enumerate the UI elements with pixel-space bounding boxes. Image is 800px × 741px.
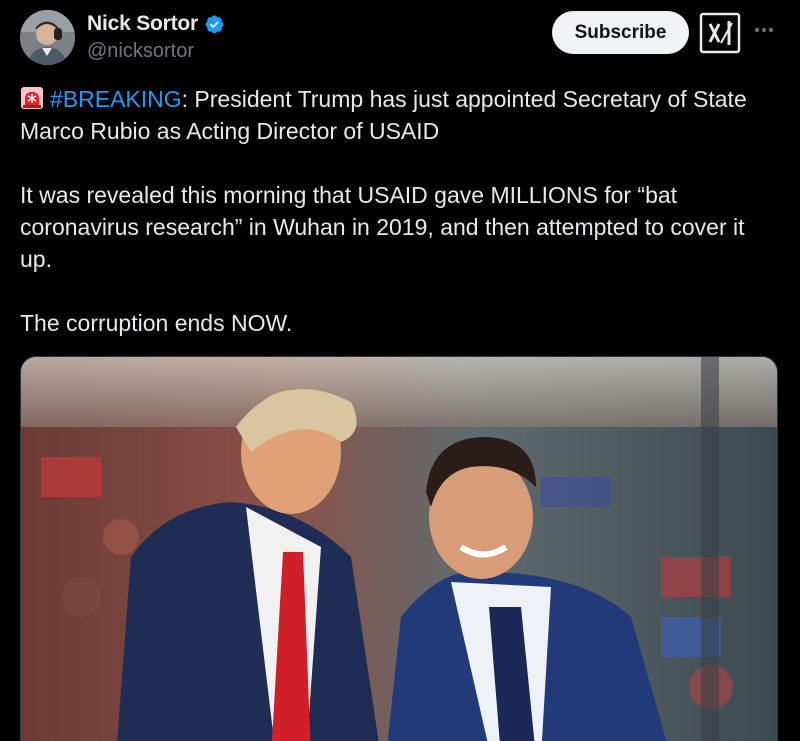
grok-icon[interactable] [699,12,741,54]
author-display-name[interactable]: Nick Sortor [87,12,198,36]
author-handle[interactable]: @nicksortor [87,40,194,63]
profile-avatar[interactable] [20,10,75,65]
subscribe-button[interactable]: Subscribe [552,11,689,54]
tweet-paragraph-1: #BREAKING: President Trump has just appo… [20,83,780,147]
hashtag-breaking[interactable]: #BREAKING [50,86,182,112]
tweet-photo[interactable] [20,356,778,741]
siren-icon [20,86,44,110]
verified-badge-icon[interactable] [204,14,225,35]
tweet-paragraph-2: It was revealed this morning that USAID … [20,182,745,272]
tweet-paragraph-3: The corruption ends NOW. [20,310,293,336]
more-options-icon[interactable] [752,18,776,42]
author-name-row[interactable]: Nick Sortor [87,12,225,36]
tweet-text: #BREAKING: President Trump has just appo… [20,83,780,339]
